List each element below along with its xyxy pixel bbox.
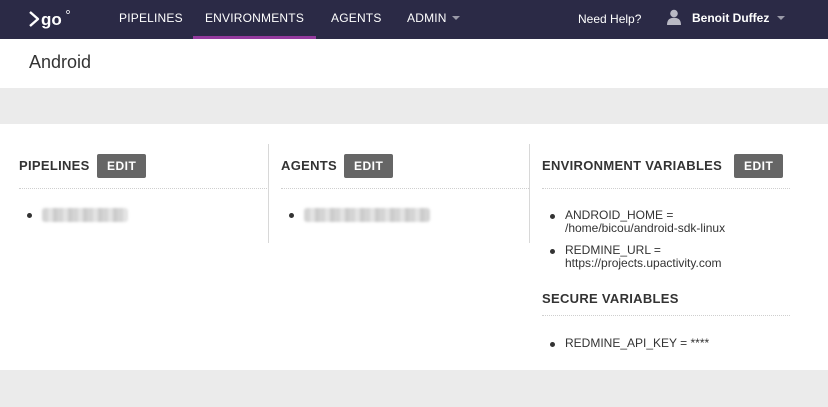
env-var-value: https://projects.upactivity.com bbox=[565, 256, 722, 270]
secure-var-entry: REDMINE_API_KEY = **** bbox=[565, 336, 710, 350]
edit-agents-button[interactable]: EDIT bbox=[344, 154, 394, 178]
page-title: Android bbox=[29, 52, 92, 72]
go-logo-icon[interactable]: go bbox=[29, 9, 71, 29]
secure-vars-list: REDMINE_API_KEY = **** bbox=[542, 337, 802, 350]
env-vars-header: ENVIRONMENT VARIABLES EDIT bbox=[542, 144, 790, 189]
edit-pipelines-button[interactable]: EDIT bbox=[97, 154, 147, 178]
redacted-pipeline-name bbox=[42, 208, 128, 222]
env-var-name: ANDROID_HOME = bbox=[565, 208, 674, 222]
user-avatar-icon bbox=[667, 9, 681, 25]
column-divider bbox=[529, 144, 530, 243]
list-item: ANDROID_HOME = /home/bicou/android-sdk-l… bbox=[542, 209, 802, 235]
list-item: REDMINE_API_KEY = **** bbox=[542, 337, 802, 350]
nav-agents-label: AGENTS bbox=[331, 11, 382, 25]
list-item[interactable] bbox=[281, 208, 521, 222]
env-var-value: /home/bicou/android-sdk-linux bbox=[565, 221, 726, 235]
column-divider bbox=[268, 144, 269, 243]
footer-strip bbox=[0, 370, 828, 407]
nav-environments-label: ENVIRONMENTS bbox=[204, 11, 305, 25]
edit-env-vars-button[interactable]: EDIT bbox=[734, 154, 784, 178]
pipelines-title: PIPELINES bbox=[19, 158, 90, 173]
nav-environments[interactable]: ENVIRONMENTS bbox=[193, 0, 316, 39]
nav-pipelines[interactable]: PIPELINES bbox=[119, 0, 183, 39]
agents-header: AGENTS EDIT bbox=[281, 144, 529, 189]
list-item: REDMINE_URL = https://projects.upactivit… bbox=[542, 244, 802, 270]
svg-text:go: go bbox=[41, 10, 62, 29]
nav-pipelines-label: PIPELINES bbox=[119, 11, 183, 25]
secure-vars-title: SECURE VARIABLES bbox=[542, 291, 679, 306]
list-item[interactable] bbox=[19, 208, 259, 222]
env-vars-list: ANDROID_HOME = /home/bicou/android-sdk-l… bbox=[542, 209, 802, 270]
secure-vars-header: SECURE VARIABLES bbox=[542, 270, 790, 316]
user-name: Benoit Duffez bbox=[692, 11, 770, 25]
pipelines-header: PIPELINES EDIT bbox=[19, 144, 269, 189]
need-help-link[interactable]: Need Help? bbox=[578, 0, 641, 39]
chevron-down-icon bbox=[777, 16, 785, 20]
env-vars-title: ENVIRONMENT VARIABLES bbox=[542, 158, 723, 173]
agents-list bbox=[281, 208, 521, 222]
pipelines-list bbox=[19, 208, 259, 222]
page-header: Android bbox=[0, 39, 828, 88]
nav-admin[interactable]: ADMIN bbox=[407, 0, 460, 39]
chevron-down-icon bbox=[451, 15, 460, 20]
agents-title: AGENTS bbox=[281, 158, 337, 173]
nav-admin-label: ADMIN bbox=[407, 11, 447, 25]
redacted-agent-name bbox=[304, 208, 430, 222]
nav-agents[interactable]: AGENTS bbox=[331, 0, 382, 39]
header-strip bbox=[0, 88, 828, 124]
env-var-name: REDMINE_URL = bbox=[565, 243, 661, 257]
top-navigation-bar: go PIPELINES ENVIRONMENTS AGENTS ADMIN N… bbox=[0, 0, 828, 39]
environment-panel: PIPELINES EDIT AGENTS EDIT ENVIRONMENT V… bbox=[0, 124, 828, 370]
